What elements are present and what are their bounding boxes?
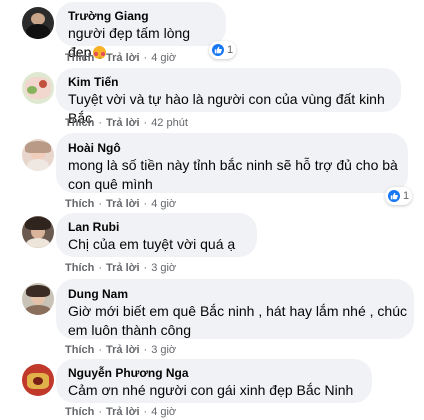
avatar[interactable] xyxy=(22,7,54,39)
avatar[interactable] xyxy=(22,364,54,396)
comment-text: Giờ mới biết em quê Bắc ninh , hát hay l… xyxy=(68,303,407,338)
avatar[interactable] xyxy=(22,283,54,315)
comment-timestamp[interactable]: 4 giờ xyxy=(151,406,176,418)
reaction-count[interactable]: 1 xyxy=(385,187,413,205)
comment-timestamp[interactable]: 3 giờ xyxy=(151,344,176,356)
comment-author[interactable]: Nguyễn Phương Nga xyxy=(68,365,360,381)
reply-button[interactable]: Trả lời xyxy=(106,117,140,129)
comment-author[interactable]: Trường Giang xyxy=(68,8,214,24)
like-reaction-icon xyxy=(387,189,401,203)
reply-button[interactable]: Trả lời xyxy=(106,344,140,356)
avatar[interactable] xyxy=(22,72,54,104)
avatar[interactable] xyxy=(22,139,54,171)
comment-bubble: Nguyễn Phương Nga Cảm ơn nhé người con g… xyxy=(56,359,372,403)
like-button[interactable]: Thích xyxy=(65,117,94,129)
reply-button[interactable]: Trả lời xyxy=(106,262,140,274)
comment-actions: Thích · Trả lời · 3 giờ xyxy=(65,262,177,274)
like-reaction-icon xyxy=(211,43,225,57)
comment-actions: Thích · Trả lời · 4 giờ xyxy=(65,198,177,210)
reply-button[interactable]: Trả lời xyxy=(106,406,140,418)
comment-author[interactable]: Dung Nam xyxy=(68,286,402,302)
comment-text: mong là số tiền này tỉnh bắc ninh sẽ hỗ … xyxy=(68,157,398,192)
reaction-count[interactable]: 1 xyxy=(209,41,237,59)
comment-author[interactable]: Hoài Ngô xyxy=(68,140,396,156)
comment-timestamp[interactable]: 4 giờ xyxy=(151,52,176,64)
reply-button[interactable]: Trả lời xyxy=(106,52,140,64)
comment-text: Cảm ơn nhé người con gái xinh đẹp Bắc Ni… xyxy=(68,382,354,398)
like-button[interactable]: Thích xyxy=(65,198,94,210)
comment-author[interactable]: Lan Rubi xyxy=(68,219,245,235)
comment-actions: Thích · Trả lời · 4 giờ xyxy=(65,406,177,418)
comment-bubble: Kim Tiến Tuyệt vời và tự hào là người co… xyxy=(56,68,401,126)
comment-timestamp[interactable]: 42 phút xyxy=(151,117,188,129)
reply-button[interactable]: Trả lời xyxy=(106,198,140,210)
like-button[interactable]: Thích xyxy=(65,262,94,274)
comment-actions: Thích · Trả lời · 3 giờ xyxy=(65,344,177,356)
comment-bubble: Trường Giang người đẹp tấm lòng đẹp xyxy=(56,2,226,60)
comment-bubble: Dung Nam Giờ mới biết em quê Bắc ninh , … xyxy=(56,279,414,339)
comment-text: Chị của em tuyệt vời quá ạ xyxy=(68,236,236,252)
like-button[interactable]: Thích xyxy=(65,344,94,356)
like-button[interactable]: Thích xyxy=(65,52,94,64)
avatar[interactable] xyxy=(22,216,54,248)
comment-bubble: Lan Rubi Chị của em tuyệt vời quá ạ xyxy=(56,213,257,257)
comment-bubble: Hoài Ngô mong là số tiền này tỉnh bắc ni… xyxy=(56,133,408,193)
comment-timestamp[interactable]: 4 giờ xyxy=(151,198,176,210)
comment-timestamp[interactable]: 3 giờ xyxy=(151,262,176,274)
comment-actions: Thích · Trả lời · 42 phút xyxy=(65,117,188,129)
comment-actions: Thích · Trả lời · 4 giờ xyxy=(65,52,177,64)
comment-author[interactable]: Kim Tiến xyxy=(68,74,389,90)
like-button[interactable]: Thích xyxy=(65,406,94,418)
